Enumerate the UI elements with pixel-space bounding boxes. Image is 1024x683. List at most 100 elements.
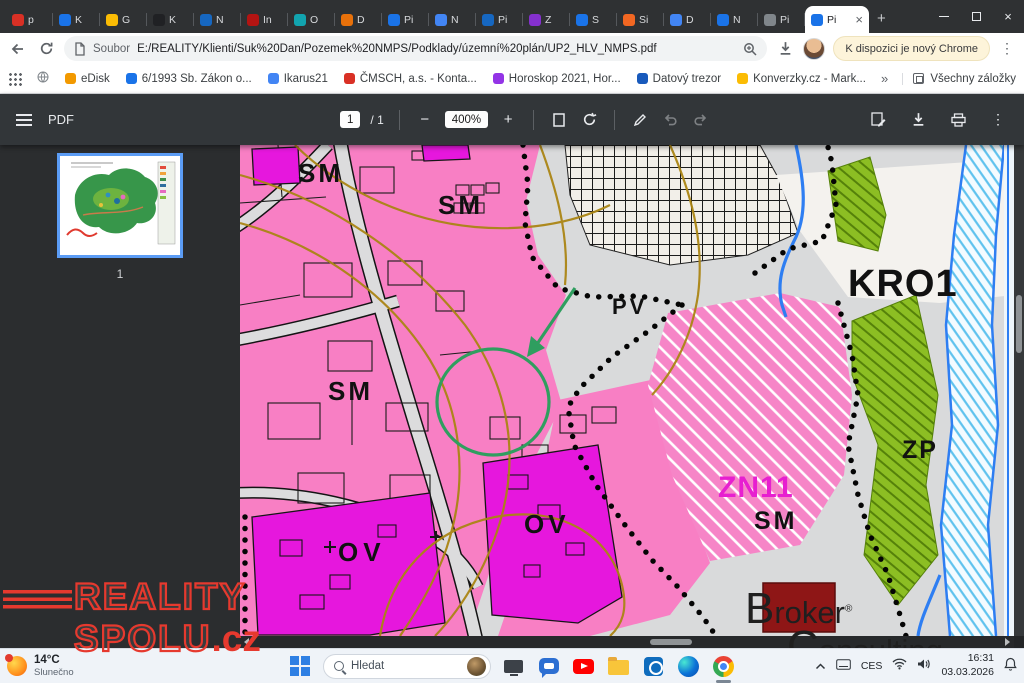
url-text[interactable]: E:/REALITY/Klienti/Suk%20Dan/Pozemek%20N…	[137, 43, 736, 55]
tab-title: Pi	[780, 14, 799, 26]
browser-tab[interactable]: Pi	[382, 6, 429, 33]
temperature-label: 14°C	[34, 654, 74, 668]
volume-button[interactable]	[917, 657, 931, 675]
taskbar-app-outlook[interactable]	[641, 654, 666, 679]
bookmark-item[interactable]: ČMSCH, a.s. - Konta...	[337, 70, 484, 88]
apps-grid-icon[interactable]	[8, 72, 22, 86]
save-pen-icon	[871, 112, 886, 127]
thumbnail-page-number: 1	[117, 267, 124, 281]
bookmark-item[interactable]: Konverzky.cz - Mark...	[730, 70, 873, 88]
all-bookmarks-button[interactable]: Všechny záložky	[902, 73, 1016, 85]
pdf-menu-icon[interactable]	[16, 114, 32, 126]
taskbar-clock[interactable]: 16:31 03.03.2026	[941, 652, 994, 679]
fit-page-button[interactable]	[549, 110, 569, 130]
page-number-input[interactable]: 1	[340, 111, 360, 128]
browser-tab[interactable]: In	[241, 6, 288, 33]
browser-tab[interactable]: K	[53, 6, 100, 33]
zoom-page-icon[interactable]	[743, 42, 757, 56]
annotate-button[interactable]	[630, 110, 650, 130]
browser-tab[interactable]: S	[570, 6, 617, 33]
new-tab-button[interactable]: +	[877, 10, 886, 27]
bookmarks-overflow-button[interactable]: »	[875, 71, 894, 86]
language-indicator[interactable]: CES	[861, 660, 883, 672]
taskbar-app-chat[interactable]	[536, 654, 561, 679]
browser-tab[interactable]: K	[147, 6, 194, 33]
reload-button[interactable]	[36, 39, 56, 59]
taskbar-search-box[interactable]: Hledat	[323, 654, 491, 679]
profile-avatar[interactable]	[803, 38, 825, 60]
map-label-sm: SM	[298, 158, 343, 188]
browser-menu-button[interactable]: ⋮	[998, 40, 1016, 57]
browser-tab[interactable]: Pi	[758, 6, 805, 33]
zoom-in-button[interactable]: +	[498, 110, 518, 130]
browser-tab[interactable]: N	[194, 6, 241, 33]
browser-tab[interactable]: Z	[523, 6, 570, 33]
taskbar-app-youtube[interactable]	[571, 654, 596, 679]
redo-button[interactable]	[690, 110, 710, 130]
maximize-button[interactable]	[960, 0, 992, 33]
vertical-scroll-thumb[interactable]	[1016, 295, 1022, 353]
browser-tab[interactable]: D	[335, 6, 382, 33]
scroll-right-arrow[interactable]	[1005, 638, 1010, 646]
browser-tab[interactable]: Si	[617, 6, 664, 33]
bookmark-item[interactable]: eDisk	[58, 70, 117, 88]
map-label-kro1: KRO1	[848, 263, 958, 305]
address-bar[interactable]: Soubor E:/REALITY/Klienti/Suk%20Dan/Poze…	[64, 36, 767, 61]
browser-tab[interactable]: N	[711, 6, 758, 33]
bookmark-item[interactable]: Horoskop 2021, Hor...	[486, 70, 628, 88]
zoom-out-button[interactable]: −	[415, 110, 435, 130]
browser-tab[interactable]: Pi	[476, 6, 523, 33]
touch-keyboard-button[interactable]	[836, 657, 851, 675]
save-annotated-button[interactable]	[868, 110, 888, 130]
map-label-sm: SM	[754, 507, 798, 535]
map-label-sm: SM	[328, 376, 373, 406]
horizontal-scroll-thumb[interactable]	[650, 639, 692, 645]
bookmark-item[interactable]: 6/1993 Sb. Zákon o...	[119, 70, 259, 88]
tab-close-icon[interactable]: ×	[855, 13, 863, 26]
start-button[interactable]	[288, 654, 313, 679]
thumbnail-sidebar: 1	[0, 145, 240, 648]
download-icon	[911, 112, 926, 127]
tab-title: D	[686, 14, 705, 26]
sunny-weather-icon	[7, 656, 27, 676]
back-button[interactable]	[8, 39, 28, 59]
bookmark-item[interactable]	[30, 68, 56, 89]
pdf-title: PDF	[48, 112, 74, 127]
scroll-left-arrow[interactable]	[244, 638, 249, 646]
browser-tab[interactable]: p	[6, 6, 53, 33]
pdf-action-buttons: ⋮	[868, 110, 1008, 130]
browser-tab[interactable]: N	[429, 6, 476, 33]
taskbar-app-file-explorer[interactable]	[606, 654, 631, 679]
pdf-download-button[interactable]	[908, 110, 928, 130]
tray-expand-button[interactable]	[815, 657, 826, 675]
chrome-update-button[interactable]: K dispozici je nový Chrome	[833, 36, 990, 61]
weather-widget[interactable]: 14°C Slunečno	[7, 654, 74, 678]
browser-tab[interactable]: Pi×	[805, 6, 869, 33]
browser-tab[interactable]: D	[664, 6, 711, 33]
downloads-button[interactable]	[775, 39, 795, 59]
rotate-button[interactable]	[579, 110, 599, 130]
print-button[interactable]	[948, 110, 968, 130]
pdf-more-button[interactable]: ⋮	[988, 110, 1008, 130]
file-icon	[74, 42, 86, 56]
vertical-scrollbar[interactable]	[1014, 145, 1024, 636]
browser-tab[interactable]: O	[288, 6, 335, 33]
taskbar-app-chrome[interactable]	[711, 654, 736, 679]
taskbar-app-edge[interactable]	[676, 654, 701, 679]
minimize-button[interactable]	[928, 0, 960, 33]
folder-icon	[608, 660, 629, 675]
zoning-map-page[interactable]: SMSMSMPVOVOVKRO1ZN11SMZP	[240, 145, 1014, 636]
taskbar-app-monitor[interactable]	[501, 654, 526, 679]
bookmark-item[interactable]: Ikarus21	[261, 70, 335, 88]
notifications-button[interactable]	[1004, 657, 1017, 676]
volume-icon	[917, 658, 931, 670]
close-button[interactable]: ×	[992, 0, 1024, 33]
bookmark-favicon	[268, 73, 279, 84]
browser-tab[interactable]: G	[100, 6, 147, 33]
page-1-thumbnail[interactable]	[57, 153, 183, 258]
horizontal-scrollbar[interactable]	[240, 636, 1014, 648]
zoom-level-input[interactable]: 400%	[445, 111, 488, 128]
undo-button[interactable]	[660, 110, 680, 130]
network-button[interactable]	[892, 657, 907, 675]
bookmark-item[interactable]: Datový trezor	[630, 70, 728, 88]
